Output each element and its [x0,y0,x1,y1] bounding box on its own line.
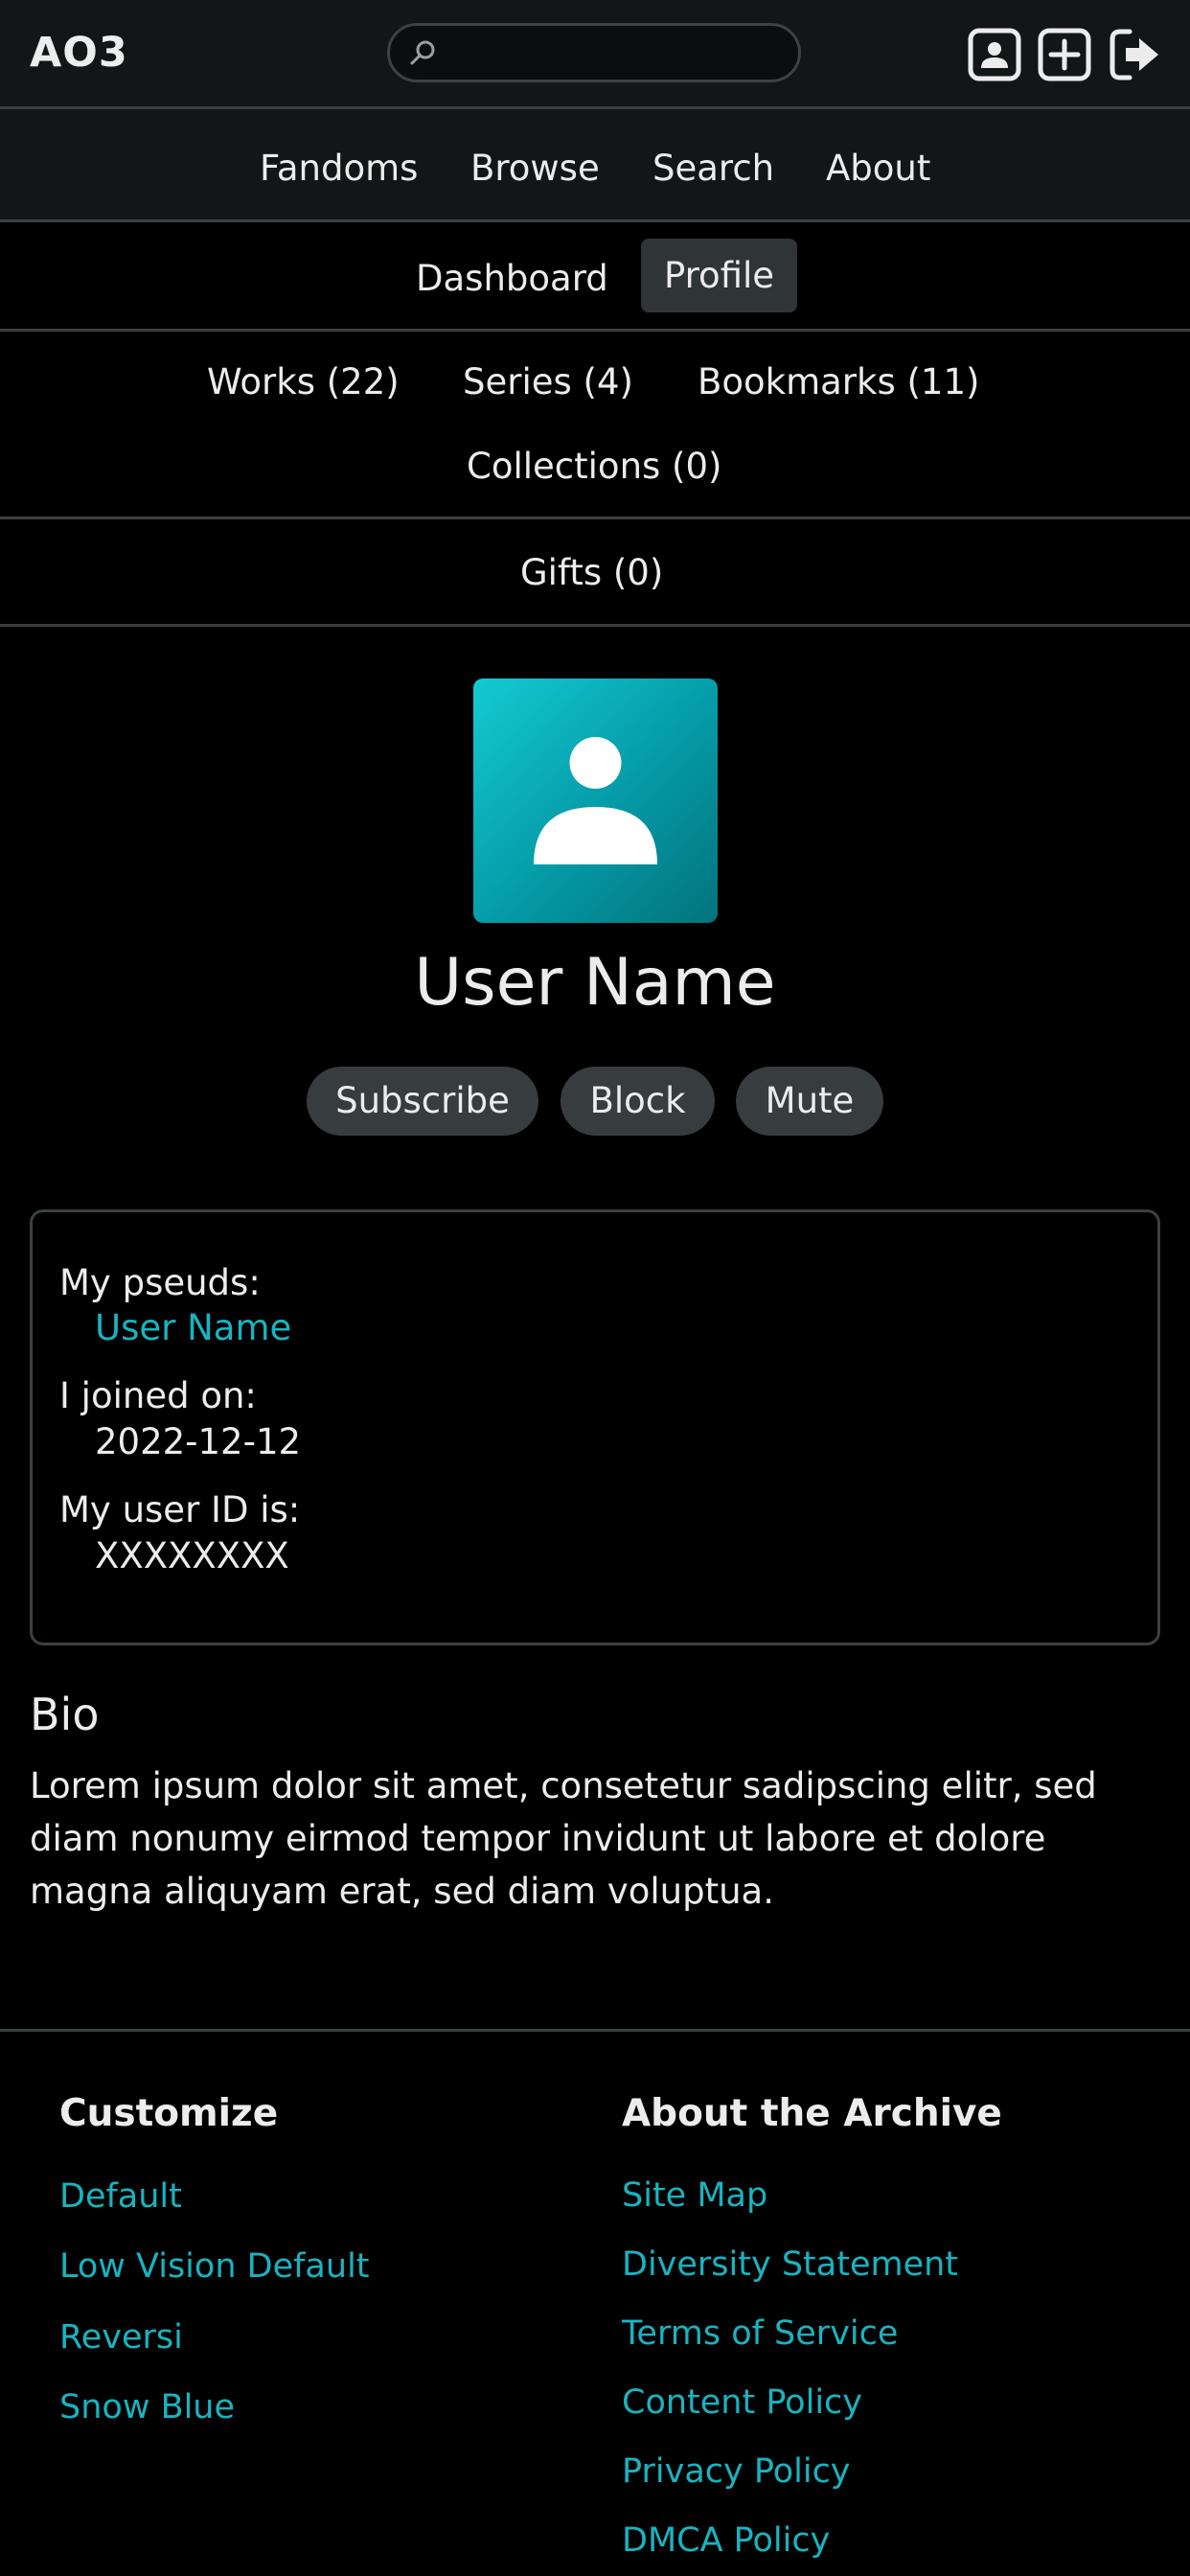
tab-dashboard[interactable]: Dashboard [416,261,608,296]
block-button[interactable]: Block [561,1067,715,1136]
privacy-policy-link[interactable]: Privacy Policy [622,2455,851,2489]
nav-about[interactable]: About [826,150,930,186]
pseuds-label: My pseuds: [59,1262,261,1303]
pseud-link[interactable]: User Name [95,1310,291,1346]
site-map-link[interactable]: Site Map [622,2179,767,2213]
diversity-statement-link[interactable]: Diversity Statement [622,2248,958,2282]
mute-button[interactable]: Mute [736,1067,883,1136]
top-bar: AO3 [0,0,1190,109]
site-logo[interactable]: AO3 [30,29,128,77]
nav-search[interactable]: Search [652,150,774,186]
skin-reversi-link[interactable]: Reversi [59,2321,183,2355]
avatar [473,678,718,923]
nav-bookmarks[interactable]: Bookmarks (11) [698,364,979,400]
nav-browse[interactable]: Browse [470,150,600,186]
search-box[interactable] [387,23,801,82]
bio-text: Lorem ipsum dolor sit amet, consetetur s… [30,1765,1097,1912]
skin-snow-blue-link[interactable]: Snow Blue [59,2391,235,2425]
nav-fandoms[interactable]: Fandoms [260,150,418,186]
joined-label: I joined on: [59,1375,257,1416]
search-icon [410,40,435,65]
customize-heading: Customize [59,2092,279,2135]
primary-nav: Fandoms Browse Search About [0,109,1190,222]
user-id-value: XXXXXXXX [95,1535,289,1576]
subscribe-button[interactable]: Subscribe [307,1067,538,1136]
user-id-label: My user ID is: [59,1489,301,1530]
terms-of-service-link[interactable]: Terms of Service [622,2317,898,2351]
skin-default-link[interactable]: Default [59,2180,182,2214]
bio-heading: Bio [30,1689,100,1740]
gifts-nav: Gifts (0) [0,519,1190,627]
footer-divider [0,2029,1190,2032]
nav-gifts[interactable]: Gifts (0) [520,555,663,590]
user-icon [534,737,657,864]
joined-date: 2022-12-12 [95,1421,302,1462]
works-nav: Works (22) Series (4) Bookmarks (11) Col… [0,332,1190,519]
user-name-heading: User Name [414,945,776,1021]
tab-profile[interactable]: Profile [641,239,798,312]
nav-collections[interactable]: Collections (0) [467,448,721,484]
about-archive-heading: About the Archive [622,2092,1002,2135]
nav-series[interactable]: Series (4) [463,364,633,400]
skin-low-vision-link[interactable]: Low Vision Default [59,2250,370,2284]
new-work-icon[interactable] [1038,28,1091,81]
logout-icon[interactable] [1109,28,1162,81]
profile-icon[interactable] [968,28,1021,81]
nav-works[interactable]: Works (22) [207,364,400,400]
search-input[interactable] [446,32,785,76]
dmca-policy-link[interactable]: DMCA Policy [622,2524,830,2558]
content-policy-link[interactable]: Content Policy [622,2386,862,2420]
dashboard-profile-tabs: Dashboard Profile [0,222,1190,332]
